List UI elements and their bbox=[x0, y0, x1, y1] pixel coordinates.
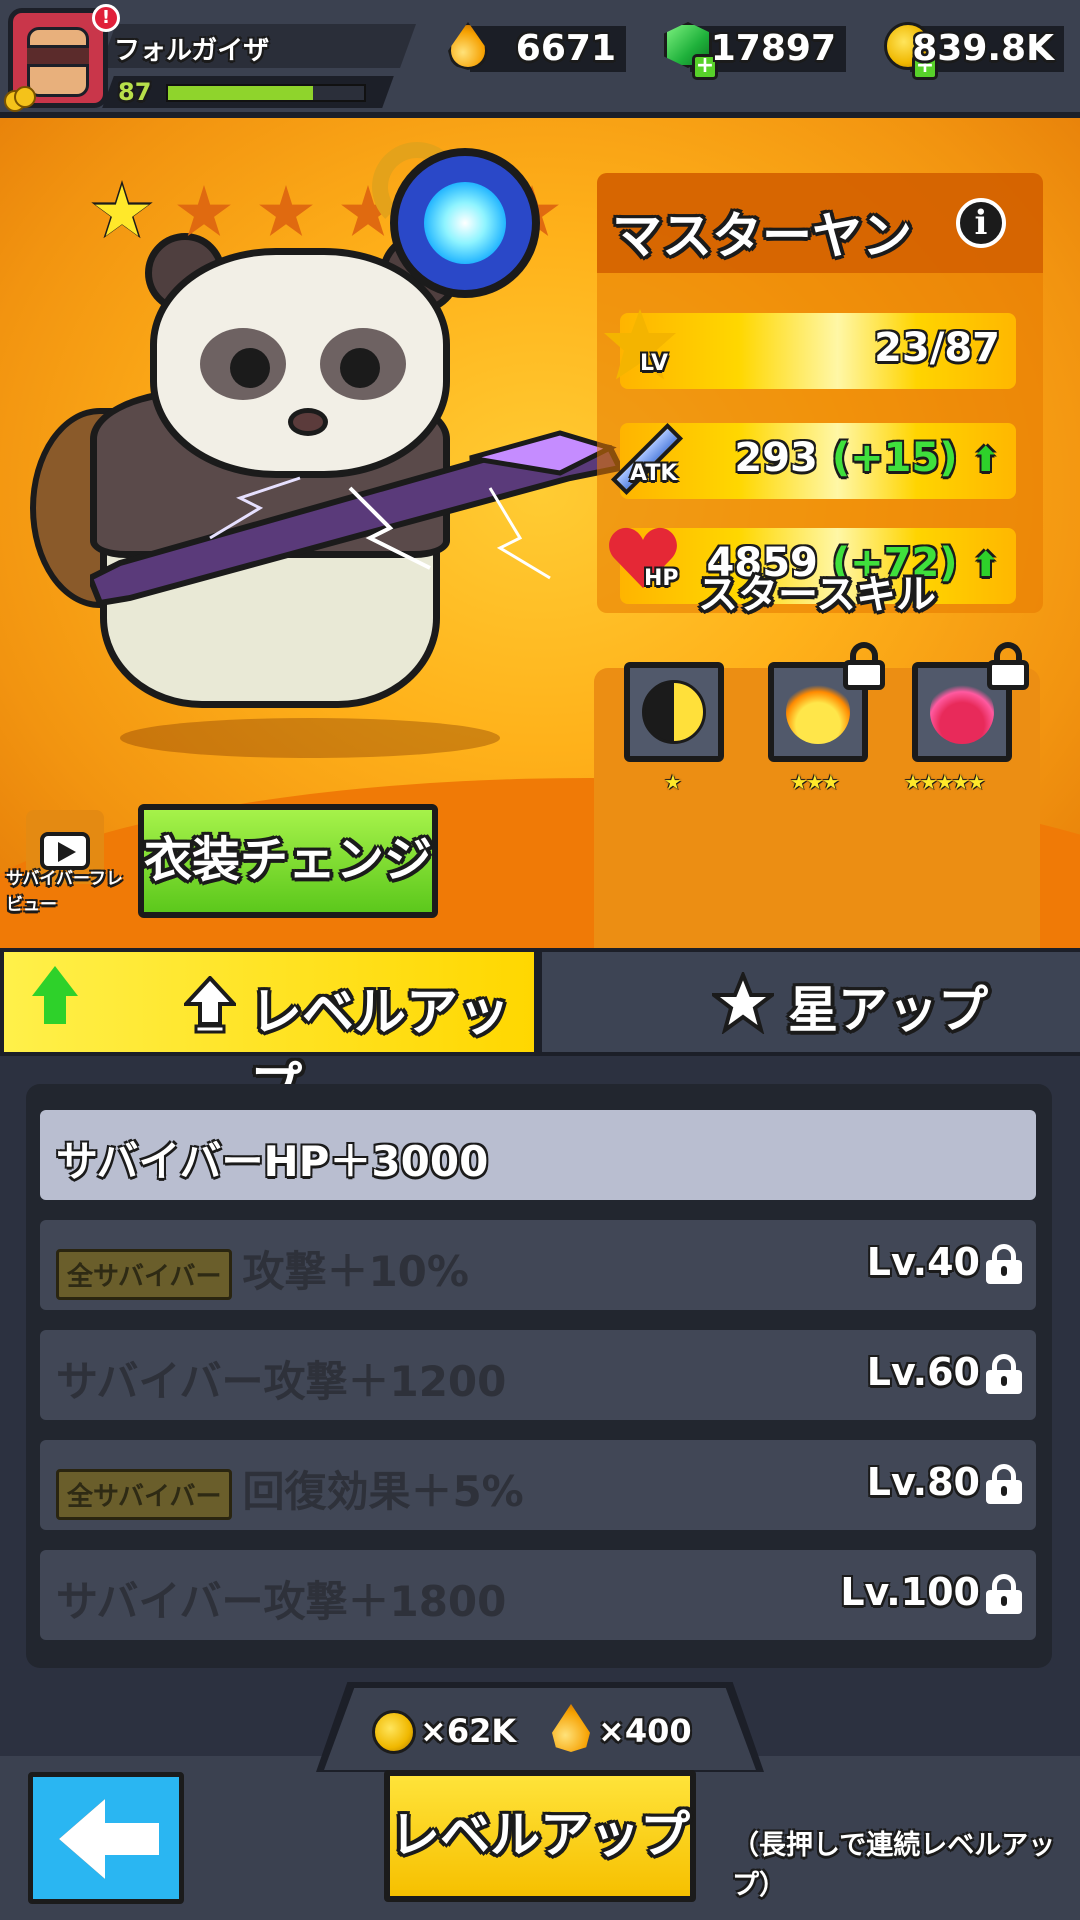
perk-label: 攻撃＋10% bbox=[242, 1247, 469, 1296]
perk-level: Lv.40 bbox=[866, 1240, 980, 1284]
gem-counter[interactable]: + 17897 bbox=[664, 22, 846, 80]
perk-row: サバイバー攻撃＋1800 Lv.100 bbox=[40, 1550, 1036, 1640]
attack-bonus: (+15) bbox=[831, 435, 958, 481]
attack-icon-label: ATK bbox=[630, 461, 678, 486]
perk-text: サバイバー攻撃＋1200 bbox=[56, 1357, 507, 1406]
star-empty-icon bbox=[254, 180, 318, 244]
coin-value: 839.8K bbox=[912, 28, 1054, 69]
gem-value: 17897 bbox=[710, 28, 836, 69]
panda-eye-left bbox=[230, 348, 270, 388]
lock-icon bbox=[984, 642, 1032, 690]
green-up-arrow-icon bbox=[32, 966, 78, 1030]
all-survivors-tag: 全サバイバー bbox=[56, 1469, 233, 1520]
star-skill-3[interactable] bbox=[912, 642, 1029, 762]
panda-eye-right bbox=[340, 348, 380, 388]
play-icon bbox=[58, 842, 76, 862]
star-icon bbox=[712, 972, 774, 1034]
hero-name: マスターヤン bbox=[612, 207, 912, 265]
oil-counter[interactable]: 6671 bbox=[448, 22, 626, 72]
sword-icon: ATK bbox=[600, 411, 696, 507]
tab-star-up-label: 星アップ bbox=[788, 981, 988, 1039]
lock-icon bbox=[840, 642, 888, 690]
perk-row: 全サバイバー 回復効果＋5% Lv.80 bbox=[40, 1440, 1036, 1530]
perk-label: 回復効果＋5% bbox=[242, 1467, 524, 1516]
back-arrow-icon bbox=[59, 1799, 105, 1879]
hold-hint: （長押しで連続レベルアップ） bbox=[732, 1830, 1056, 1901]
level-value: 23/87 bbox=[874, 325, 1000, 371]
alert-badge: ! bbox=[92, 4, 120, 32]
attack-value: 293 (+15) ⬆ bbox=[734, 435, 1000, 481]
level-up-button[interactable]: レベルアップ bbox=[384, 1770, 696, 1902]
level-icon-label: LV bbox=[640, 351, 669, 376]
lock-icon bbox=[986, 1464, 1022, 1504]
coin-stack-icon bbox=[4, 86, 38, 112]
all-survivors-tag: 全サバイバー bbox=[56, 1249, 233, 1300]
yin-yang-icon bbox=[642, 680, 706, 744]
skill-1-stars: ★ bbox=[664, 770, 682, 794]
star-empty-icon bbox=[172, 180, 236, 244]
attack-number: 293 bbox=[734, 435, 818, 481]
coin-icon bbox=[372, 1710, 416, 1754]
star-skill-2[interactable] bbox=[768, 642, 885, 762]
perk-level: Lv.80 bbox=[866, 1460, 980, 1504]
stat-level: LV 23/87 bbox=[604, 309, 1016, 389]
perk-text: 全サバイバー 回復効果＋5% bbox=[56, 1458, 524, 1520]
staff-orb-icon bbox=[372, 142, 540, 298]
tab-star-up[interactable]: 星アップ bbox=[542, 952, 1080, 1052]
perk-text: サバイバー攻撃＋1800 bbox=[56, 1577, 507, 1626]
perk-row: サバイバーHP＋3000 bbox=[40, 1110, 1036, 1200]
star-skill-1[interactable] bbox=[624, 662, 724, 762]
upgrade-arrow-icon bbox=[184, 976, 236, 1034]
back-button[interactable] bbox=[28, 1772, 184, 1904]
lightning-staff-icon bbox=[90, 430, 625, 607]
xp-bar-fill bbox=[168, 86, 314, 100]
perk-text: サバイバーHP＋3000 bbox=[56, 1137, 489, 1186]
perk-text: 全サバイバー 攻撃＋10% bbox=[56, 1238, 469, 1300]
star-filled-icon bbox=[90, 180, 154, 244]
perk-row: 全サバイバー 攻撃＋10% Lv.40 bbox=[40, 1220, 1036, 1310]
star-skill-title: スタースキル bbox=[698, 572, 936, 618]
player-level: 87 bbox=[118, 78, 152, 106]
lock-icon bbox=[986, 1244, 1022, 1284]
skill-2-stars: ★★★ bbox=[790, 770, 840, 794]
oil-value: 6671 bbox=[515, 28, 616, 69]
skill-3-stars: ★★★★★ bbox=[904, 770, 986, 794]
xp-bar bbox=[166, 84, 366, 102]
avatar-mask-icon bbox=[27, 45, 89, 67]
perk-level: Lv.100 bbox=[840, 1570, 980, 1614]
coin-counter[interactable]: + 839.8K bbox=[884, 22, 1064, 80]
attack-up-arrow-icon: ⬆ bbox=[971, 440, 1001, 480]
perk-level: Lv.60 bbox=[866, 1350, 980, 1394]
top-bar: ! フォルガイザ 87 6671 + 17897 + 839.8K bbox=[0, 0, 1080, 118]
tab-level-up[interactable]: レベルアップ bbox=[4, 952, 534, 1118]
oil-drop-icon bbox=[444, 18, 494, 74]
costume-change-button[interactable]: 衣装チェンジ bbox=[138, 804, 438, 918]
level-star-icon: LV bbox=[600, 301, 696, 397]
cost-oil: ×400 bbox=[598, 1712, 692, 1750]
cost-coins: ×62K bbox=[420, 1712, 517, 1750]
player-name: フォルガイザ bbox=[114, 36, 270, 66]
tab-bar: レベルアップ 星アップ bbox=[0, 948, 1080, 1118]
lock-icon bbox=[986, 1574, 1022, 1614]
stat-attack: ATK 293 (+15) ⬆ bbox=[610, 422, 1016, 499]
gem-icon: + bbox=[664, 18, 718, 80]
info-icon[interactable]: i bbox=[956, 198, 1006, 248]
survivor-review-label: サバイバーフレビュー bbox=[6, 869, 123, 915]
lock-icon bbox=[986, 1354, 1022, 1394]
perk-row: サバイバー攻撃＋1200 Lv.60 bbox=[40, 1330, 1036, 1420]
